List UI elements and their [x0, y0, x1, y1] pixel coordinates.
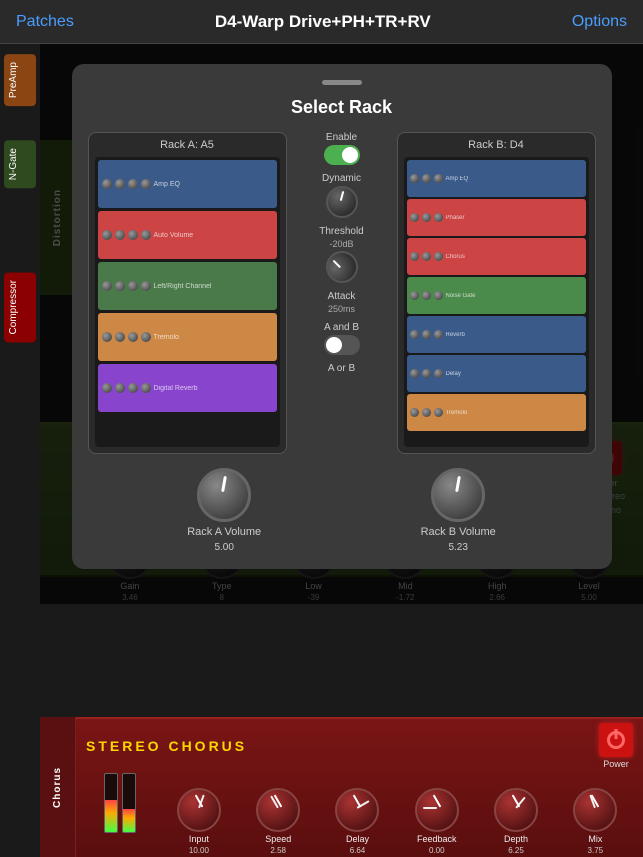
chorus-knob-group-depth: Depth 6.25	[494, 788, 538, 855]
vu-meter-left	[104, 773, 118, 833]
rack-a-label: Rack A: A5	[95, 139, 280, 151]
attack-value: 250ms	[328, 304, 355, 314]
options-button[interactable]: Options	[572, 13, 627, 31]
chorus-knob-group-delay: Delay 6.64	[335, 788, 379, 855]
enable-control: Enable	[324, 132, 360, 165]
patches-button[interactable]: Patches	[16, 13, 74, 31]
chorus-header: STEREO CHORUS Power	[76, 719, 643, 773]
sidebar-item-compressor[interactable]: Compressor	[4, 272, 36, 342]
chorus-title: STEREO CHORUS	[86, 738, 247, 754]
chorus-power-label: Power	[603, 759, 629, 769]
modal-footer: Rack A Volume 5.00 Rack B Volume 5.23	[88, 468, 596, 553]
chorus-knob-depth[interactable]	[494, 788, 538, 832]
rack-b-strip-2: Chorus	[407, 238, 586, 275]
rack-b-strip-6: Tremolo	[407, 394, 586, 431]
rack-b-volume-label: Rack B Volume	[421, 526, 496, 538]
chorus-knob-delay[interactable]	[335, 788, 379, 832]
modal-controls: Enable Dynamic Threshold -20dB	[297, 132, 387, 374]
chorus-knob-speed[interactable]	[256, 788, 300, 832]
rack-a-strip-4: Digital Reverb	[98, 364, 277, 412]
content-area: Distortion distortion / overdrive Preset…	[40, 44, 643, 857]
a-or-b-control: A or B	[328, 363, 355, 374]
threshold-control: Threshold -20dB	[319, 226, 363, 283]
modal-overlay: Select Rack Rack A: A5 Amp EQAuto Volume…	[40, 44, 643, 604]
chorus-knob-value-feedback: 0.00	[429, 846, 445, 855]
chorus-label: Chorus	[52, 767, 63, 808]
chorus-knob-value-delay: 6.64	[350, 846, 366, 855]
chorus-power-button[interactable]	[599, 723, 633, 757]
rack-a-strip-2: Left/Right Channel	[98, 262, 277, 310]
rack-a-volume-knob[interactable]	[197, 468, 251, 522]
rack-a-volume-value: 5.00	[214, 542, 233, 553]
attack-label: Attack	[328, 291, 356, 302]
enable-toggle[interactable]	[324, 145, 360, 165]
rack-a-panel[interactable]: Rack A: A5 Amp EQAuto VolumeLeft/Right C…	[88, 132, 287, 454]
vu-meter-right	[122, 773, 136, 833]
rack-b-panel[interactable]: Rack B: D4 Amp EQPhaserChorusNoise GateR…	[397, 132, 596, 454]
chorus-knob-label-input: Input	[189, 834, 209, 844]
dynamic-label: Dynamic	[322, 173, 361, 184]
chorus-knob-value-mix: 3.75	[588, 846, 604, 855]
sidebar-item-preamp[interactable]: PreAmp	[4, 54, 36, 106]
chorus-knob-input[interactable]	[177, 788, 221, 832]
threshold-value: -20dB	[329, 239, 353, 249]
chorus-knob-mix[interactable]	[573, 788, 617, 832]
rack-b-label: Rack B: D4	[404, 139, 589, 151]
attack-control: Attack 250ms	[328, 291, 356, 314]
rack-b-strip-4: Reverb	[407, 316, 586, 353]
chorus-knob-label-delay: Delay	[346, 834, 369, 844]
chorus-knob-group-input: Input 10.00	[177, 788, 221, 855]
rack-a-strip-0: Amp EQ	[98, 160, 277, 208]
rack-a-strip-1: Auto Volume	[98, 211, 277, 259]
chorus-knob-group-feedback: Feedback 0.00	[415, 788, 459, 855]
chorus-knob-label-speed: Speed	[265, 834, 291, 844]
rack-b-volume-value: 5.23	[448, 542, 467, 553]
rack-b-strip-5: Delay	[407, 355, 586, 392]
threshold-label: Threshold	[319, 226, 363, 237]
rack-a-image: Amp EQAuto VolumeLeft/Right ChannelTremo…	[95, 157, 280, 447]
enable-label: Enable	[326, 132, 357, 143]
a-and-b-toggle[interactable]	[324, 335, 360, 355]
chorus-knob-feedback[interactable]	[415, 788, 459, 832]
sidebar-item-ngate[interactable]: N-Gate	[4, 140, 36, 188]
rack-a-volume-group: Rack A Volume 5.00	[187, 468, 261, 553]
top-bar: Patches D4-Warp Drive+PH+TR+RV Options	[0, 0, 643, 44]
chorus-knobs-row: Input 10.00 Speed 2.58 Delay 6.64 Feedback 0.00…	[76, 773, 643, 855]
rack-select-modal: Select Rack Rack A: A5 Amp EQAuto Volume…	[72, 64, 612, 569]
modal-title: Select Rack	[88, 97, 596, 118]
chorus-knob-value-input: 10.00	[189, 846, 209, 855]
modal-body: Rack A: A5 Amp EQAuto VolumeLeft/Right C…	[88, 132, 596, 454]
dynamic-control: Dynamic	[322, 173, 361, 218]
chorus-panel: Chorus STEREO CHORUS Power Input 10.00 Spe…	[40, 717, 643, 857]
sidebar: PreAmp N-Gate Compressor	[0, 44, 40, 857]
chorus-knob-label-depth: Depth	[504, 834, 528, 844]
chorus-knob-group-speed: Speed 2.58	[256, 788, 300, 855]
dynamic-knob[interactable]	[326, 186, 358, 218]
vu-meters	[102, 773, 138, 837]
rack-b-volume-knob[interactable]	[431, 468, 485, 522]
a-and-b-control: A and B	[324, 322, 360, 355]
main-area: PreAmp N-Gate Compressor Distortion dist…	[0, 44, 643, 857]
threshold-knob[interactable]	[320, 245, 364, 289]
chorus-knob-value-depth: 6.25	[508, 846, 524, 855]
modal-handle[interactable]	[322, 80, 362, 85]
chorus-knob-label-feedback: Feedback	[417, 834, 457, 844]
chorus-side-label: Chorus	[40, 717, 76, 857]
rack-b-strip-3: Noise Gate	[407, 277, 586, 314]
page-title: D4-Warp Drive+PH+TR+RV	[215, 12, 431, 32]
chorus-knob-value-speed: 2.58	[270, 846, 286, 855]
rack-b-strip-1: Phaser	[407, 199, 586, 236]
chorus-knob-label-mix: Mix	[588, 834, 602, 844]
a-or-b-label: A or B	[328, 363, 355, 374]
chorus-power-icon	[607, 731, 625, 749]
chorus-knob-group-mix: Mix 3.75	[573, 788, 617, 855]
rack-a-volume-label: Rack A Volume	[187, 526, 261, 538]
a-and-b-label: A and B	[324, 322, 359, 333]
rack-a-strip-3: Tremolo	[98, 313, 277, 361]
rack-b-image: Amp EQPhaserChorusNoise GateReverbDelayT…	[404, 157, 589, 447]
rack-b-strip-0: Amp EQ	[407, 160, 586, 197]
rack-b-volume-group: Rack B Volume 5.23	[421, 468, 496, 553]
